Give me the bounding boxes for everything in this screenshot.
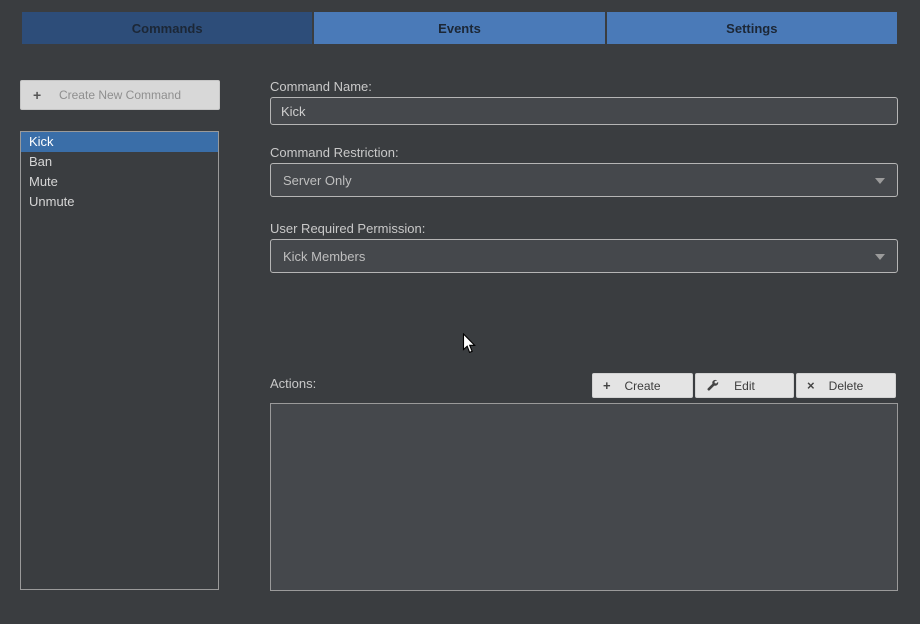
command-restriction-dropdown[interactable]: Server Only <box>270 163 898 197</box>
create-new-command-button[interactable]: + Create New Command <box>20 80 220 110</box>
action-edit-button[interactable]: Edit <box>695 373 794 398</box>
tab-settings[interactable]: Settings <box>606 12 897 44</box>
command-restriction-label: Command Restriction: <box>270 145 399 160</box>
command-restriction-value: Server Only <box>283 172 352 188</box>
command-name-label: Command Name: <box>270 79 372 94</box>
wrench-icon <box>706 378 719 392</box>
plus-icon: + <box>603 378 611 393</box>
command-list-item-unmute[interactable]: Unmute <box>21 192 218 212</box>
chevron-down-icon <box>875 178 885 184</box>
create-new-command-label: Create New Command <box>58 88 182 102</box>
action-delete-label: Delete <box>828 378 864 393</box>
plus-icon: + <box>33 87 42 103</box>
command-list-item-mute[interactable]: Mute <box>21 172 218 192</box>
action-create-button[interactable]: + Create <box>592 373 693 398</box>
command-list-item-kick[interactable]: Kick <box>21 132 218 152</box>
chevron-down-icon <box>875 254 885 260</box>
user-permission-dropdown[interactable]: Kick Members <box>270 239 898 273</box>
command-name-input[interactable] <box>270 97 898 125</box>
close-icon: × <box>807 378 815 393</box>
command-list-item-ban[interactable]: Ban <box>21 152 218 172</box>
action-create-label: Create <box>624 378 661 393</box>
tab-commands[interactable]: Commands <box>22 12 313 44</box>
tab-bar: Commands Events Settings <box>22 12 897 44</box>
action-delete-button[interactable]: × Delete <box>796 373 896 398</box>
app-window: Commands Events Settings + Create New Co… <box>0 0 920 624</box>
user-permission-value: Kick Members <box>283 248 366 264</box>
actions-list[interactable] <box>270 403 898 591</box>
command-list: Kick Ban Mute Unmute <box>20 131 219 590</box>
user-permission-label: User Required Permission: <box>270 221 426 236</box>
mouse-cursor <box>462 332 478 360</box>
actions-label: Actions: <box>270 376 317 391</box>
tab-events[interactable]: Events <box>314 12 605 44</box>
